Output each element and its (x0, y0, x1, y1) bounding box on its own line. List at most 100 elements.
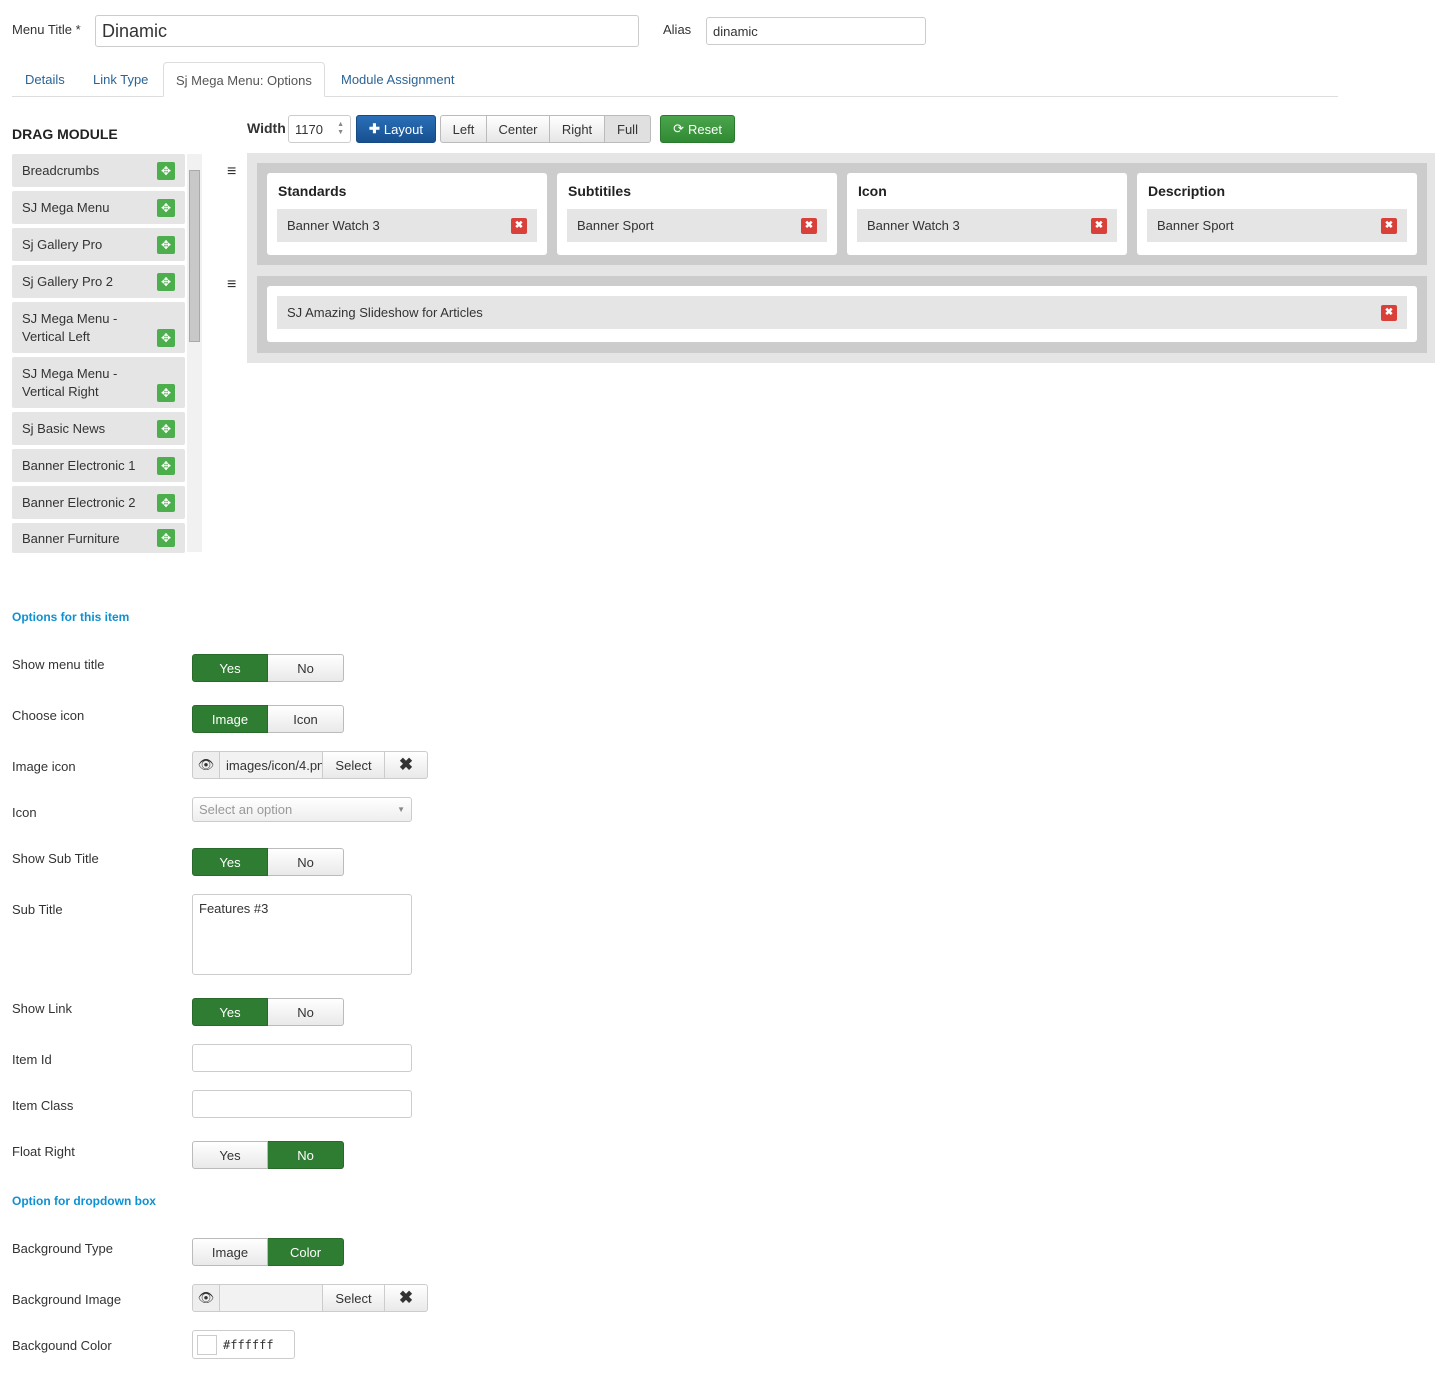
module-scrollbar[interactable] (187, 154, 202, 552)
width-value: 1170 (295, 121, 323, 137)
tab-mega-menu-options[interactable]: Sj Mega Menu: Options (163, 62, 325, 97)
module-label: Banner Watch 3 (287, 218, 380, 233)
move-icon[interactable]: ✥ (157, 529, 175, 547)
module-item[interactable]: Banner Electronic 1 ✥ (12, 449, 185, 482)
item-class-input[interactable] (192, 1090, 412, 1118)
module-item[interactable]: SJ Mega Menu ✥ (12, 191, 185, 224)
tab-details[interactable]: Details (13, 62, 77, 97)
spinner-icon[interactable]: ▲ ▼ (337, 121, 344, 137)
select-button[interactable]: Select (323, 751, 385, 779)
move-icon[interactable]: ✥ (157, 384, 175, 402)
move-icon[interactable]: ✥ (157, 161, 175, 180)
module-item[interactable]: Sj Gallery Pro 2 ✥ (12, 265, 185, 298)
module-label: SJ Mega Menu (22, 200, 110, 215)
move-icon[interactable]: ✥ (157, 419, 175, 438)
item-class-label: Item Class (12, 1098, 74, 1113)
no-option[interactable]: No (268, 1141, 344, 1169)
color-option[interactable]: Color (268, 1238, 344, 1266)
alias-input[interactable] (706, 17, 926, 45)
column-module[interactable]: Banner Sport ✖ (567, 209, 827, 242)
image-option[interactable]: Image (192, 1238, 268, 1266)
background-image-field: 👁 Select ✖ (192, 1284, 428, 1312)
remove-icon[interactable]: ✖ (511, 217, 527, 234)
move-icon[interactable]: ✥ (157, 493, 175, 512)
yes-option[interactable]: Yes (192, 1141, 268, 1169)
module-label: Banner Sport (577, 218, 654, 233)
align-center-button[interactable]: Center (487, 115, 550, 143)
background-color-input[interactable]: #ffffff (192, 1330, 295, 1359)
tab-module-assignment[interactable]: Module Assignment (329, 62, 466, 97)
module-item[interactable]: SJ Mega Menu - Vertical Right ✥ (12, 357, 185, 408)
column-module[interactable]: Banner Watch 3 ✖ (277, 209, 537, 242)
align-left-button[interactable]: Left (440, 115, 487, 143)
layout-label: Layout (383, 121, 423, 137)
width-label: Width (247, 120, 286, 136)
color-swatch[interactable] (197, 1334, 217, 1355)
yes-option[interactable]: Yes (192, 848, 268, 876)
column-module[interactable]: Banner Watch 3 ✖ (857, 209, 1117, 242)
item-id-input[interactable] (192, 1044, 412, 1072)
module-item[interactable]: Banner Electronic 2 ✥ (12, 486, 185, 519)
show-menu-title-toggle: Yes No (192, 654, 344, 682)
move-icon[interactable]: ✥ (157, 329, 175, 347)
module-label: SJ Mega Menu - Vertical Right (22, 365, 118, 399)
move-icon[interactable]: ✥ (157, 235, 175, 254)
float-right-toggle: Yes No (192, 1141, 344, 1169)
width-input[interactable]: 1170 ▲ ▼ (288, 115, 351, 143)
float-right-label: Float Right (12, 1144, 75, 1159)
yes-option[interactable]: Yes (192, 654, 268, 682)
module-item[interactable]: Sj Basic News ✥ (12, 412, 185, 445)
remove-icon[interactable]: ✖ (801, 217, 817, 234)
clear-icon[interactable]: ✖ (385, 751, 428, 779)
sub-title-textarea[interactable]: Features #3 (192, 894, 412, 975)
select-placeholder: Select an option (199, 802, 293, 817)
module-label: SJ Amazing Slideshow for Articles (287, 305, 483, 320)
reset-button[interactable]: ⟳ Reset (660, 115, 735, 143)
align-full-button[interactable]: Full (605, 115, 651, 143)
select-button[interactable]: Select (323, 1284, 385, 1312)
preview-eye-icon[interactable]: 👁 (192, 1284, 220, 1312)
no-option[interactable]: No (268, 654, 344, 682)
align-group: Left Center Right Full (440, 115, 651, 143)
no-option[interactable]: No (268, 998, 344, 1026)
remove-icon[interactable]: ✖ (1381, 304, 1397, 321)
icon-option[interactable]: Icon (268, 705, 344, 733)
options-section-heading: Options for this item (12, 610, 130, 624)
image-path-input[interactable] (220, 1284, 323, 1312)
row-drag-handle-icon[interactable]: ≡ (227, 163, 236, 181)
clear-icon[interactable]: ✖ (385, 1284, 428, 1312)
remove-icon[interactable]: ✖ (1091, 217, 1107, 234)
align-right-button[interactable]: Right (550, 115, 605, 143)
image-path-input[interactable]: images/icon/4.png (220, 751, 323, 779)
show-link-label: Show Link (12, 1001, 72, 1016)
icon-label: Icon (12, 805, 37, 820)
preview-eye-icon[interactable]: 👁 (192, 751, 220, 779)
alias-label: Alias (663, 22, 692, 37)
yes-option[interactable]: Yes (192, 998, 268, 1026)
layout-button[interactable]: ✚ Layout (356, 115, 436, 143)
move-icon[interactable]: ✥ (157, 272, 175, 291)
menu-title-input[interactable] (95, 15, 639, 47)
module-item[interactable]: SJ Mega Menu - Vertical Left ✥ (12, 302, 185, 353)
column-module[interactable]: SJ Amazing Slideshow for Articles ✖ (277, 296, 1407, 329)
column-title: Standards (278, 183, 347, 199)
show-menu-title-label: Show menu title (12, 657, 105, 672)
image-option[interactable]: Image (192, 705, 268, 733)
module-item[interactable]: Sj Gallery Pro ✥ (12, 228, 185, 261)
move-icon[interactable]: ✥ (157, 456, 175, 475)
icon-select[interactable]: Select an option ▼ (192, 797, 412, 822)
scrollbar-thumb[interactable] (189, 170, 200, 342)
plus-icon: ✚ (369, 121, 380, 136)
module-item[interactable]: Breadcrumbs ✥ (12, 154, 185, 187)
remove-icon[interactable]: ✖ (1381, 217, 1397, 234)
row-drag-handle-icon[interactable]: ≡ (227, 276, 236, 294)
module-item[interactable]: Banner Furniture ✥ (12, 523, 185, 553)
column-module[interactable]: Banner Sport ✖ (1147, 209, 1407, 242)
layout-column: Icon Banner Watch 3 ✖ (847, 173, 1127, 255)
move-icon[interactable]: ✥ (157, 198, 175, 217)
no-option[interactable]: No (268, 848, 344, 876)
column-title: Subtitiles (568, 183, 632, 199)
module-label: Banner Watch 3 (867, 218, 960, 233)
module-label: Breadcrumbs (22, 163, 100, 178)
tab-link-type[interactable]: Link Type (81, 62, 160, 97)
